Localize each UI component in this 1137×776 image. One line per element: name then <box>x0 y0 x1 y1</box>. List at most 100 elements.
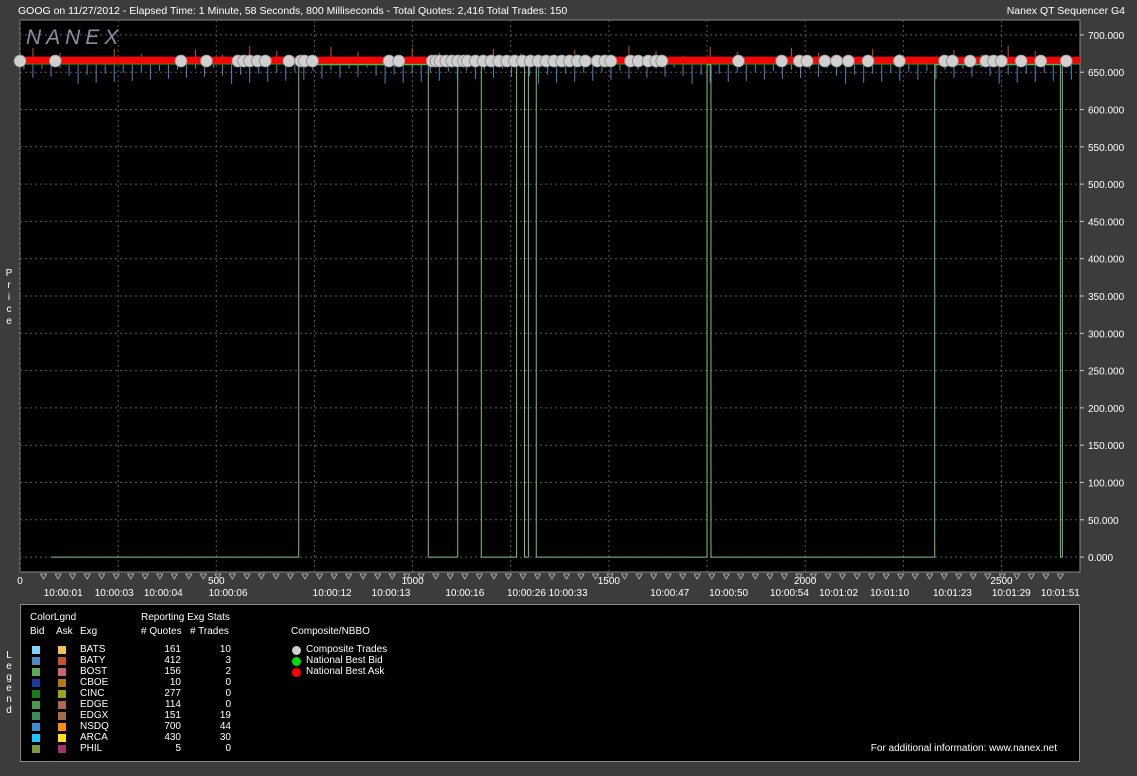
composite-trade-point <box>174 54 188 68</box>
composite-trade-point <box>861 54 875 68</box>
y-tick-label: 150.000 <box>1088 441 1125 452</box>
composite-legend-dot <box>292 668 301 677</box>
exchange-trade-count: 2 <box>225 666 231 677</box>
x-tick-label: 2000 <box>794 576 817 587</box>
trade-marker <box>620 573 629 580</box>
bid-header: Bid <box>30 626 45 637</box>
bid-color-swatch <box>32 712 40 720</box>
composite-trade-point <box>818 54 832 68</box>
trade-marker <box>257 573 266 580</box>
exchange-quote-count: 161 <box>164 644 181 655</box>
exchange-quote-count: 5 <box>175 743 181 754</box>
time-label: 10:01:02 <box>819 588 858 599</box>
legend-side-label: Legend <box>6 650 12 716</box>
exchange-trade-count: 30 <box>219 732 231 743</box>
y-tick-label: 250.000 <box>1088 367 1125 378</box>
composite-trade-point <box>841 54 855 68</box>
exchange-quote-count: 277 <box>164 688 181 699</box>
trade-marker <box>577 573 585 580</box>
composite-trade-point <box>775 54 789 68</box>
time-label: 10:01:51 <box>1041 588 1080 599</box>
exchange-trade-count: 0 <box>225 743 231 754</box>
trade-marker <box>156 573 164 580</box>
exchange-quote-count: 430 <box>164 732 181 743</box>
trade-marker <box>432 573 440 580</box>
ask-color-swatch <box>58 723 66 731</box>
time-label: 10:00:54 <box>770 588 809 599</box>
bid-color-swatch <box>32 657 40 665</box>
composite-trade-point <box>604 54 618 68</box>
trade-marker <box>824 573 832 580</box>
time-label: 10:01:23 <box>933 588 972 599</box>
trade-marker <box>243 573 251 580</box>
trade-marker <box>1027 573 1036 580</box>
composite-header: Composite/NBBO <box>291 626 370 637</box>
trade-marker <box>969 573 977 580</box>
composite-trade-point <box>306 54 319 68</box>
composite-trade-point <box>800 54 814 68</box>
trade-marker <box>68 573 77 580</box>
exchange-name: EDGE <box>80 699 109 710</box>
colorlgnd-header: ColorLgnd <box>30 612 77 623</box>
bid-color-swatch <box>32 690 40 698</box>
y-tick-label: 350.000 <box>1088 292 1125 303</box>
exchange-trade-count: 3 <box>225 655 231 666</box>
legend-panel: ColorLgnd Bid Ask Exg Reporting Exg Stat… <box>20 604 1080 762</box>
trade-marker <box>112 573 120 580</box>
trade-marker <box>344 573 353 580</box>
exg-header: Exg <box>80 626 98 637</box>
exchange-trade-count: 0 <box>225 688 231 699</box>
trade-marker <box>954 573 963 580</box>
composite-trade-point <box>946 54 959 68</box>
y-tick-label: 700.000 <box>1088 31 1125 42</box>
composite-trade-point <box>48 54 62 68</box>
x-tick-label: 500 <box>208 576 225 587</box>
trade-marker <box>170 573 178 580</box>
trade-marker <box>490 573 498 580</box>
time-label: 10:00:50 <box>709 588 748 599</box>
composite-trade-point <box>200 54 213 68</box>
time-label: 10:00:04 <box>144 588 183 599</box>
exchange-name: ARCA <box>80 732 108 743</box>
time-label: 10:01:10 <box>870 588 909 599</box>
trade-marker <box>882 573 890 580</box>
trade-marker <box>940 573 948 580</box>
trade-marker <box>388 573 396 580</box>
exchange-name: BOST <box>80 666 108 677</box>
bid-color-swatch <box>32 701 40 709</box>
footer-note: For additional information: www.nanex.ne… <box>870 743 1057 754</box>
exchange-name: BATY <box>80 655 106 666</box>
trade-marker <box>737 573 745 580</box>
exchange-trade-count: 0 <box>225 699 231 710</box>
bid-color-swatch <box>32 679 40 687</box>
trade-marker <box>301 573 309 580</box>
trade-marker <box>330 573 338 580</box>
trade-marker <box>272 573 280 580</box>
quotes-header: # Quotes <box>141 626 182 637</box>
trade-marker <box>867 573 876 580</box>
trade-marker <box>548 573 556 580</box>
exchange-name: NSDQ <box>80 721 109 732</box>
ask-color-swatch <box>58 690 66 698</box>
bid-color-swatch <box>32 734 40 742</box>
ask-color-swatch <box>58 745 66 753</box>
trade-marker <box>911 573 919 580</box>
composite-trade-point <box>13 54 27 68</box>
composite-trade-point <box>392 54 406 68</box>
trade-marker <box>54 573 62 580</box>
y-tick-label: 0.000 <box>1088 553 1113 564</box>
exchange-quote-count: 156 <box>164 666 181 677</box>
composite-trade-point <box>282 54 296 68</box>
composite-trade-point <box>732 54 745 68</box>
time-label: 10:00:13 <box>372 588 411 599</box>
trade-marker <box>1013 573 1021 580</box>
stats-header: Reporting Exg Stats <box>141 612 230 623</box>
trade-marker <box>315 573 324 580</box>
time-label: 10:00:16 <box>445 588 484 599</box>
composite-trade-point <box>258 54 272 68</box>
trade-marker <box>722 573 730 580</box>
y-tick-label: 650.000 <box>1088 68 1125 79</box>
time-label: 10:00:01 <box>44 588 83 599</box>
trade-marker <box>475 573 484 580</box>
y-tick-label: 50.000 <box>1088 516 1119 527</box>
